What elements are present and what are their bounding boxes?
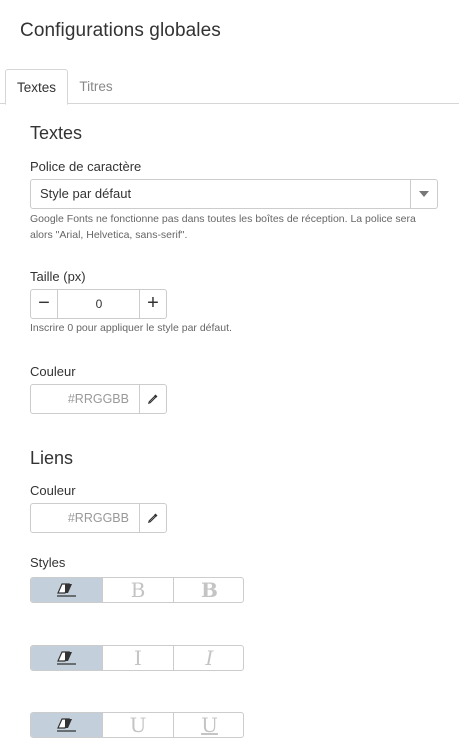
- italic-normal-option[interactable]: I: [102, 646, 173, 670]
- increment-button[interactable]: +: [139, 290, 166, 318]
- bold-clear-option[interactable]: [31, 578, 102, 602]
- caret-down-icon[interactable]: [410, 180, 437, 208]
- italic-style-group: I I: [30, 645, 244, 671]
- size-input[interactable]: 0: [59, 290, 139, 318]
- font-label: Police de caractère: [30, 159, 142, 174]
- decrement-button[interactable]: −: [31, 290, 58, 318]
- eraser-icon: [57, 583, 76, 597]
- eyedropper-icon: [147, 513, 158, 524]
- tab-titres[interactable]: Titres: [68, 69, 124, 104]
- tab-bar: Textes Titres: [0, 69, 459, 105]
- underline-none-option[interactable]: U: [102, 713, 173, 737]
- underline-option[interactable]: U: [173, 713, 243, 737]
- link-color-field: #RRGGBB: [30, 503, 167, 533]
- page-title: Configurations globales: [20, 20, 221, 41]
- bold-strong-option[interactable]: B: [173, 578, 243, 602]
- underline-clear-option[interactable]: [31, 713, 102, 737]
- font-select-value: Style par défaut: [40, 186, 132, 201]
- font-select[interactable]: Style par défaut: [30, 179, 438, 209]
- size-stepper: − 0 +: [30, 289, 167, 319]
- tab-textes[interactable]: Textes: [5, 69, 68, 105]
- text-color-input[interactable]: #RRGGBB: [31, 385, 139, 413]
- italic-clear-option[interactable]: [31, 646, 102, 670]
- bold-style-group: B B: [30, 577, 244, 603]
- text-color-label: Couleur: [30, 364, 76, 379]
- italic-option[interactable]: I: [173, 646, 243, 670]
- link-color-input[interactable]: #RRGGBB: [31, 504, 139, 532]
- size-help-text: Inscrire 0 pour appliquer le style par d…: [30, 322, 232, 334]
- link-color-label: Couleur: [30, 483, 76, 498]
- font-help-text: Google Fonts ne fonctionne pas dans tout…: [30, 213, 416, 241]
- section-title-liens: Liens: [30, 448, 74, 468]
- section-title-textes: Textes: [30, 123, 83, 143]
- size-label: Taille (px): [30, 269, 86, 284]
- underline-style-group: U U: [30, 712, 244, 738]
- text-color-field: #RRGGBB: [30, 384, 167, 414]
- styles-label: Styles: [30, 555, 66, 570]
- bold-option[interactable]: B: [102, 578, 173, 602]
- eraser-icon: [57, 718, 76, 732]
- eraser-icon: [57, 651, 76, 665]
- eyedropper-icon: [147, 394, 158, 405]
- link-color-picker-button[interactable]: [139, 504, 166, 532]
- text-color-picker-button[interactable]: [139, 385, 166, 413]
